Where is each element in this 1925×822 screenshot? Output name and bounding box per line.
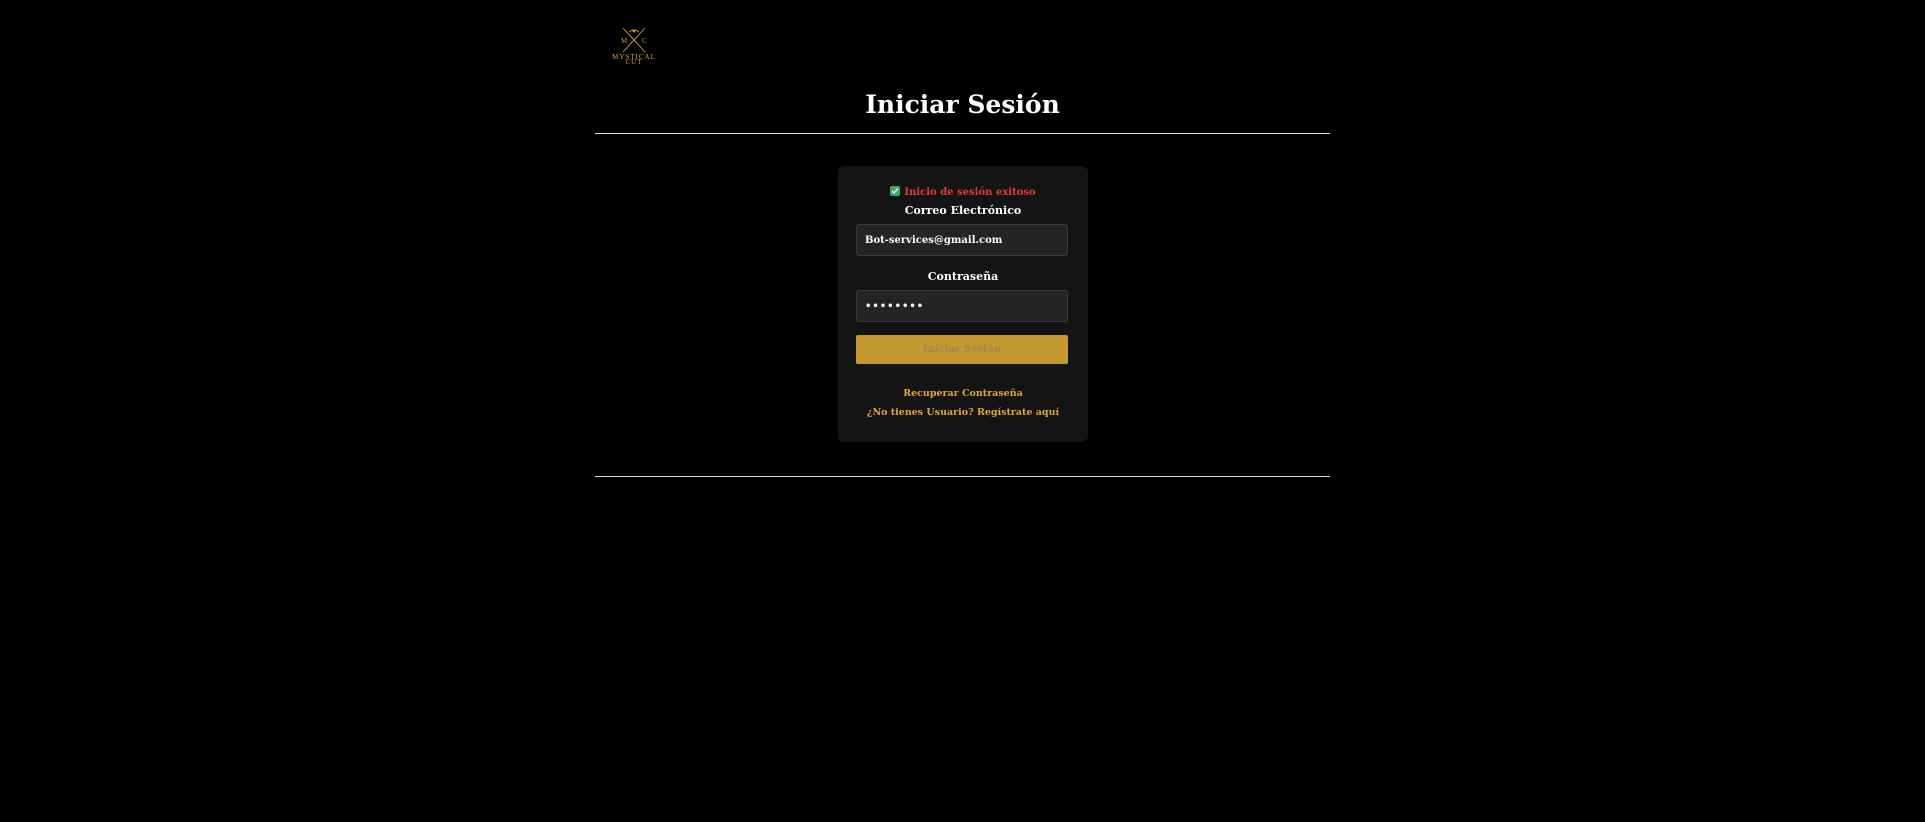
success-alert: Inicio de sesión exitoso	[838, 186, 1088, 199]
email-label: Correo Electrónico	[904, 204, 1022, 217]
logo-initial-c: C	[642, 37, 647, 45]
logo-initial-m: M	[621, 37, 628, 45]
bottom-divider	[595, 476, 1330, 477]
password-field[interactable]	[856, 290, 1068, 322]
recover-password-link[interactable]: Recuperar Contraseña	[838, 388, 1088, 400]
brand-logo[interactable]: M C MYSTICAL CUT	[606, 26, 662, 72]
register-link[interactable]: ¿No tienes Usuario? Regístrate aquí	[838, 407, 1088, 419]
top-divider	[595, 133, 1330, 134]
success-alert-text: Inicio de sesión exitoso	[904, 187, 1036, 198]
email-field[interactable]	[856, 224, 1068, 256]
login-button[interactable]: Iniciar Sesión	[856, 335, 1068, 364]
crossed-scissors-icon: M C	[621, 27, 647, 53]
login-page: M C MYSTICAL CUT Iniciar Sesión Inicio d…	[0, 0, 1925, 822]
check-box-icon	[890, 186, 901, 196]
login-form: Inicio de sesión exitoso Correo Electrón…	[838, 166, 1088, 442]
page-title: Iniciar Sesión	[865, 90, 1060, 119]
password-label: Contraseña	[927, 270, 999, 283]
